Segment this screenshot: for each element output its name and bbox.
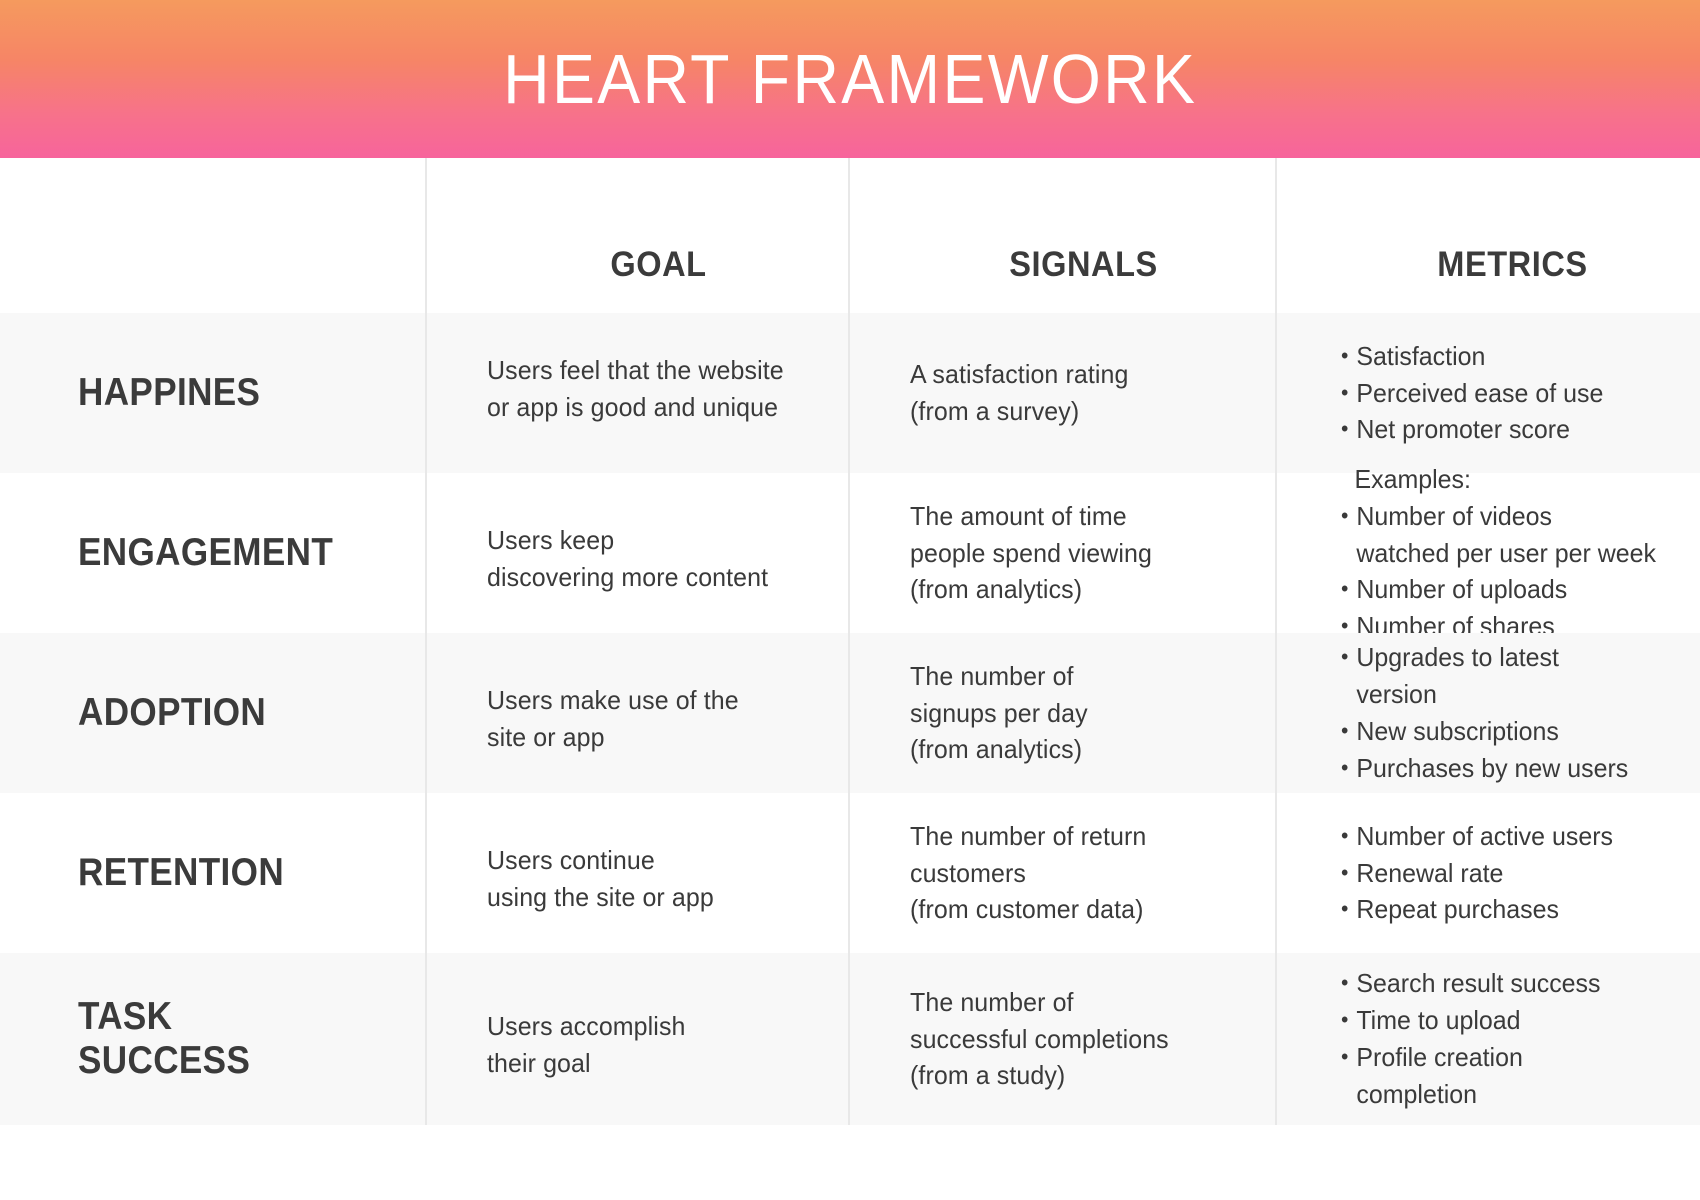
list-item: Search result success bbox=[1341, 965, 1670, 1002]
row-goal-text: Users keep discovering more content bbox=[487, 525, 769, 592]
row-signals-cell: The number of successful completions (fr… bbox=[848, 953, 1275, 1125]
row-signals-cell: A satisfaction rating (from a survey) bbox=[848, 313, 1275, 473]
metrics-list: Search result success Time to upload Pro… bbox=[1341, 965, 1670, 1113]
row-metrics-cell: Number of active users Renewal rate Repe… bbox=[1275, 793, 1700, 953]
row-signals-text: The number of return customers (from cus… bbox=[910, 820, 1147, 925]
row-goal-cell: Users feel that the website or app is go… bbox=[425, 313, 848, 473]
list-item: Time to upload bbox=[1341, 1002, 1670, 1039]
page-title: HEART FRAMEWORK bbox=[502, 40, 1198, 118]
row-signals-text: A satisfaction rating (from a survey) bbox=[910, 359, 1129, 426]
column-header-goal: GOAL bbox=[610, 245, 707, 284]
list-item: Profile creation completion bbox=[1341, 1039, 1670, 1113]
row-dimension-cell: RETENTION bbox=[0, 793, 425, 953]
row-dimension-label: ADOPTION bbox=[78, 691, 267, 735]
row-signals-text: The amount of time people spend viewing … bbox=[910, 500, 1152, 605]
metrics-list: Number of active users Renewal rate Repe… bbox=[1341, 818, 1670, 929]
list-item: Repeat purchases bbox=[1341, 891, 1670, 928]
row-goal-text: Users feel that the website or app is go… bbox=[487, 355, 784, 422]
column-header-signals: SIGNALS bbox=[1009, 245, 1158, 284]
page-banner: HEART FRAMEWORK bbox=[0, 0, 1700, 158]
row-dimension-label: RETENTION bbox=[78, 851, 285, 895]
row-signals-cell: The amount of time people spend viewing … bbox=[848, 473, 1275, 633]
row-dimension-label: HAPPINES bbox=[78, 371, 261, 415]
list-item: Purchases by new users bbox=[1341, 750, 1670, 787]
table-row: RETENTION Users continue using the site … bbox=[0, 793, 1700, 953]
row-goal-text: Users accomplish their goal bbox=[487, 1011, 686, 1078]
table-row: TASK SUCCESS Users accomplish their goal… bbox=[0, 953, 1700, 1125]
row-metrics-cell: Upgrades to latest version New subscript… bbox=[1275, 633, 1700, 793]
row-dimension-cell: HAPPINES bbox=[0, 313, 425, 473]
row-dimension-cell: ADOPTION bbox=[0, 633, 425, 793]
row-goal-text: Users continue using the site or app bbox=[487, 845, 714, 912]
table-row: ADOPTION Users make use of the site or a… bbox=[0, 633, 1700, 793]
row-dimension-cell: TASK SUCCESS bbox=[0, 953, 425, 1125]
metrics-list: Examples: Number of videos watched per u… bbox=[1341, 461, 1670, 646]
header-cell-metrics: METRICS bbox=[1275, 158, 1700, 313]
list-item: Number of videos watched per user per we… bbox=[1341, 498, 1670, 572]
heart-framework-table: GOAL SIGNALS METRICS HAPPINES Users feel… bbox=[0, 158, 1700, 1200]
list-item: Satisfaction bbox=[1341, 338, 1670, 375]
row-signals-text: The number of successful completions (fr… bbox=[910, 986, 1169, 1091]
row-dimension-label: TASK SUCCESS bbox=[78, 995, 251, 1082]
row-signals-cell: The number of signups per day (from anal… bbox=[848, 633, 1275, 793]
heart-framework-page: HEART FRAMEWORK GOAL SIGNALS METRICS HAP… bbox=[0, 0, 1700, 1200]
header-cell-signals: SIGNALS bbox=[848, 158, 1275, 313]
metrics-list: Upgrades to latest version New subscript… bbox=[1341, 639, 1670, 787]
row-signals-text: The number of signups per day (from anal… bbox=[910, 660, 1088, 765]
table-row: HAPPINES Users feel that the website or … bbox=[0, 313, 1700, 473]
row-goal-cell: Users keep discovering more content bbox=[425, 473, 848, 633]
table-header-row: GOAL SIGNALS METRICS bbox=[0, 158, 1700, 313]
list-item: Net promoter score bbox=[1341, 411, 1670, 448]
list-item: Upgrades to latest version bbox=[1341, 639, 1670, 713]
row-goal-text: Users make use of the site or app bbox=[487, 685, 739, 752]
row-metrics-cell: Satisfaction Perceived ease of use Net p… bbox=[1275, 313, 1700, 473]
metrics-note: Examples: bbox=[1354, 463, 1471, 494]
row-metrics-cell: Search result success Time to upload Pro… bbox=[1275, 953, 1700, 1125]
row-dimension-label: ENGAGEMENT bbox=[78, 531, 334, 575]
row-signals-cell: The number of return customers (from cus… bbox=[848, 793, 1275, 953]
column-header-metrics: METRICS bbox=[1437, 245, 1588, 284]
table-row: ENGAGEMENT Users keep discovering more c… bbox=[0, 464, 1700, 643]
list-item: Perceived ease of use bbox=[1341, 375, 1670, 412]
row-goal-cell: Users continue using the site or app bbox=[425, 793, 848, 953]
metrics-list: Satisfaction Perceived ease of use Net p… bbox=[1341, 338, 1670, 449]
list-item: Renewal rate bbox=[1341, 855, 1670, 892]
row-goal-cell: Users accomplish their goal bbox=[425, 953, 848, 1125]
header-cell-dimension bbox=[0, 158, 425, 313]
list-item: Number of active users bbox=[1341, 818, 1670, 855]
row-goal-cell: Users make use of the site or app bbox=[425, 633, 848, 793]
row-metrics-cell: Examples: Number of videos watched per u… bbox=[1275, 464, 1700, 643]
list-item: New subscriptions bbox=[1341, 713, 1670, 750]
row-dimension-cell: ENGAGEMENT bbox=[0, 473, 425, 633]
header-cell-goal: GOAL bbox=[425, 158, 848, 313]
list-item: Number of uploads bbox=[1341, 571, 1670, 608]
